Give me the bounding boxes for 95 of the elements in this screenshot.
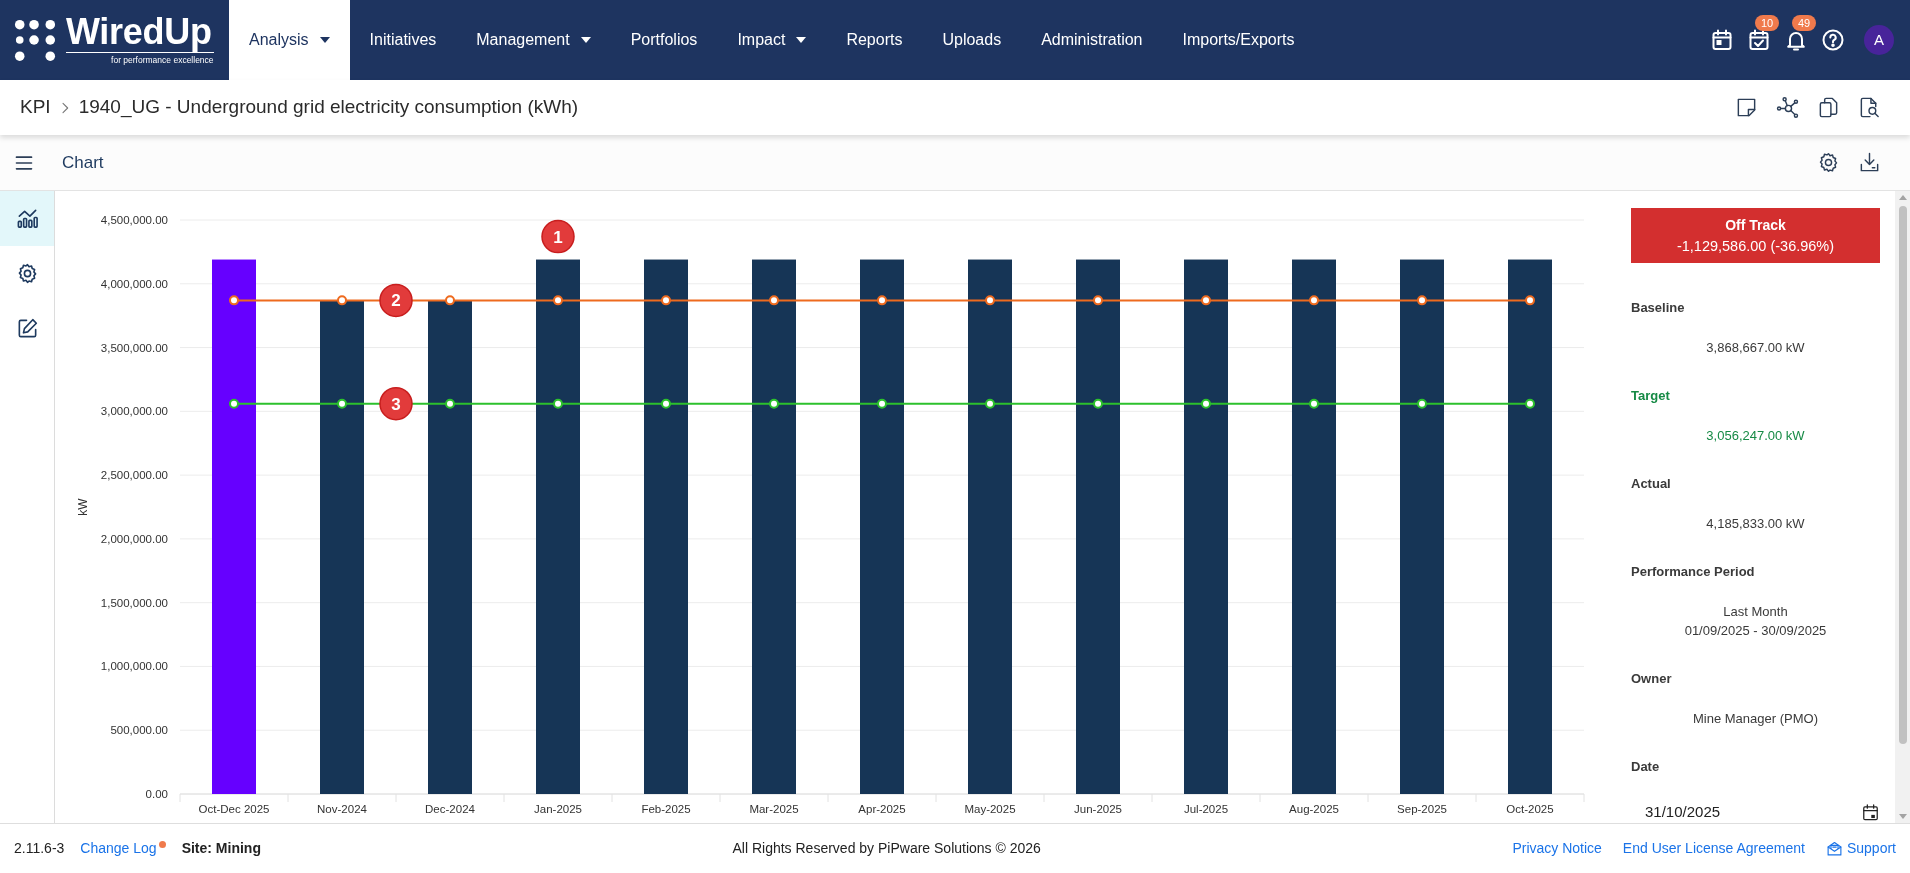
field-value: 01/09/2025 - 30/09/2025 [1683, 622, 1828, 640]
annotation: 2 [391, 291, 401, 311]
axis-tick-label: 500,000.00 [110, 724, 168, 737]
nav-tab[interactable]: Analysis [229, 0, 350, 80]
copyright-text: All Rights Reserved by PiPware Solutions © 2026 [732, 839, 1041, 858]
field-label: Owner [1631, 670, 1673, 688]
version-label: 2.11.6-3 [14, 839, 65, 858]
count-badge: 10 [1755, 15, 1780, 31]
brand-tagline: for performance excellence [111, 55, 214, 66]
preview-button[interactable] [1858, 96, 1881, 119]
help-button[interactable] [1821, 28, 1845, 52]
footer-link[interactable]: Privacy Notice [1512, 838, 1602, 859]
date-picker-button[interactable] [1861, 802, 1880, 822]
callout-marker: 2 [379, 283, 413, 318]
axis-tick-label: 1,500,000.00 [100, 596, 168, 609]
calendar-button[interactable] [1710, 28, 1734, 52]
axis-tick-label: Oct-2025 [1506, 803, 1554, 815]
page-title: 1940_UG - Underground grid electricity consumption (kWh) [78, 95, 579, 120]
support-link[interactable]: Support [1825, 838, 1896, 859]
field-value: Mine Manager (PMO) [1692, 710, 1819, 728]
axis-tick-label: Apr-2025 [858, 803, 906, 815]
nav-tab[interactable]: Imports/Exports [1162, 0, 1315, 80]
chart-tab[interactable] [0, 191, 54, 246]
nav-tab[interactable]: Initiatives [349, 0, 457, 80]
settings-icon [1817, 151, 1840, 174]
user-avatar[interactable]: A [1864, 25, 1894, 55]
nav-tab[interactable]: Impact [717, 0, 827, 80]
axis-tick-label: Nov-2024 [317, 803, 367, 815]
logo-icon [14, 19, 56, 61]
axis-tick-label: Dec-2024 [425, 803, 475, 815]
calendar-icon [1861, 802, 1880, 822]
scrollbar[interactable] [1895, 191, 1910, 823]
breadcrumb-link[interactable]: KPI [20, 93, 51, 122]
count-badge: 49 [1792, 15, 1817, 31]
download-button[interactable] [1858, 151, 1881, 174]
settings-button[interactable] [1817, 151, 1840, 174]
field-value: 4,185,833.00 kW [1705, 515, 1806, 533]
scrollbar-thumb[interactable] [1898, 206, 1907, 744]
field-label: Performance Period [1631, 563, 1756, 581]
axis-tick-label: Jan-2025 [534, 803, 582, 815]
field-label: Baseline [1631, 299, 1686, 317]
chart-icon [15, 207, 39, 230]
status-label: Off Track [1725, 215, 1786, 234]
help-icon [1821, 28, 1845, 52]
callout-marker: 1 [541, 219, 575, 254]
site-label: Site: Mining [181, 839, 261, 858]
axis-tick-label: 1,000,000.00 [100, 660, 168, 673]
field-value: 3,868,667.00 kW [1705, 339, 1806, 357]
note-button[interactable] [1735, 96, 1758, 119]
axis-tick-label: 2,000,000.00 [100, 532, 168, 545]
axis-tick-label: 2,500,000.00 [100, 469, 168, 482]
footer-link[interactable]: End User License Agreement [1622, 838, 1805, 859]
field-value: 3,056,247.00 kW [1705, 427, 1806, 445]
annotation: 3 [391, 394, 401, 414]
axis-tick-label: 0.00 [145, 788, 168, 800]
axis-tick-label: Jul-2025 [1183, 803, 1229, 815]
axis-tick-label: Jun-2025 [1074, 803, 1122, 815]
axis-tick-label: Feb-2025 [641, 803, 691, 815]
status-value: -1,129,586.00 (-36.96%) [1676, 236, 1835, 256]
nav-tab[interactable]: Portfolios [610, 0, 718, 80]
nav-tab[interactable]: Uploads [922, 0, 1022, 80]
change-log-link[interactable]: Change Log [80, 838, 157, 859]
nav-tab[interactable]: Reports [826, 0, 923, 80]
nav-tab[interactable]: Management [456, 0, 611, 80]
axis-tick-label: Sep-2025 [1397, 803, 1447, 815]
calendar-check-icon [1747, 28, 1771, 52]
axis-title: kW [76, 498, 90, 516]
axis-tick-label: 4,500,000.00 [100, 214, 168, 226]
axis-tick-label: 3,000,000.00 [100, 405, 168, 418]
axis-tick-label: 3,500,000.00 [100, 341, 168, 354]
axis-tick-label: May-2025 [964, 803, 1016, 815]
network-button[interactable] [1776, 96, 1799, 119]
document-search-icon [1858, 96, 1881, 119]
note-icon [1735, 96, 1758, 119]
copy-button[interactable] [1817, 96, 1840, 119]
download-icon [1858, 151, 1881, 174]
field-label: Target [1631, 387, 1671, 405]
field-value: Last Month [1722, 603, 1789, 621]
nav-tab[interactable]: Administration [1021, 0, 1163, 80]
tasks-button[interactable] [1747, 28, 1771, 52]
envelope-icon [1825, 840, 1843, 857]
field-label: Date [1631, 758, 1661, 776]
section-title: Chart [62, 151, 104, 174]
annotation: 1 [553, 227, 563, 247]
callout-marker: 3 [379, 386, 413, 421]
axis-tick-label: 4,000,000.00 [100, 277, 168, 290]
copy-icon [1817, 96, 1840, 119]
axis-tick-label: Aug-2025 [1289, 803, 1339, 815]
field-label: Actual [1631, 475, 1672, 493]
brand-name: WiredUp [66, 14, 214, 53]
network-icon [1776, 96, 1799, 119]
axis-tick-label: Mar-2025 [749, 803, 799, 815]
date-field[interactable]: 31/10/2025 [1631, 800, 1781, 824]
axis-tick-label: Oct-Dec 2025 [198, 803, 270, 815]
calendar-icon [1710, 28, 1734, 52]
